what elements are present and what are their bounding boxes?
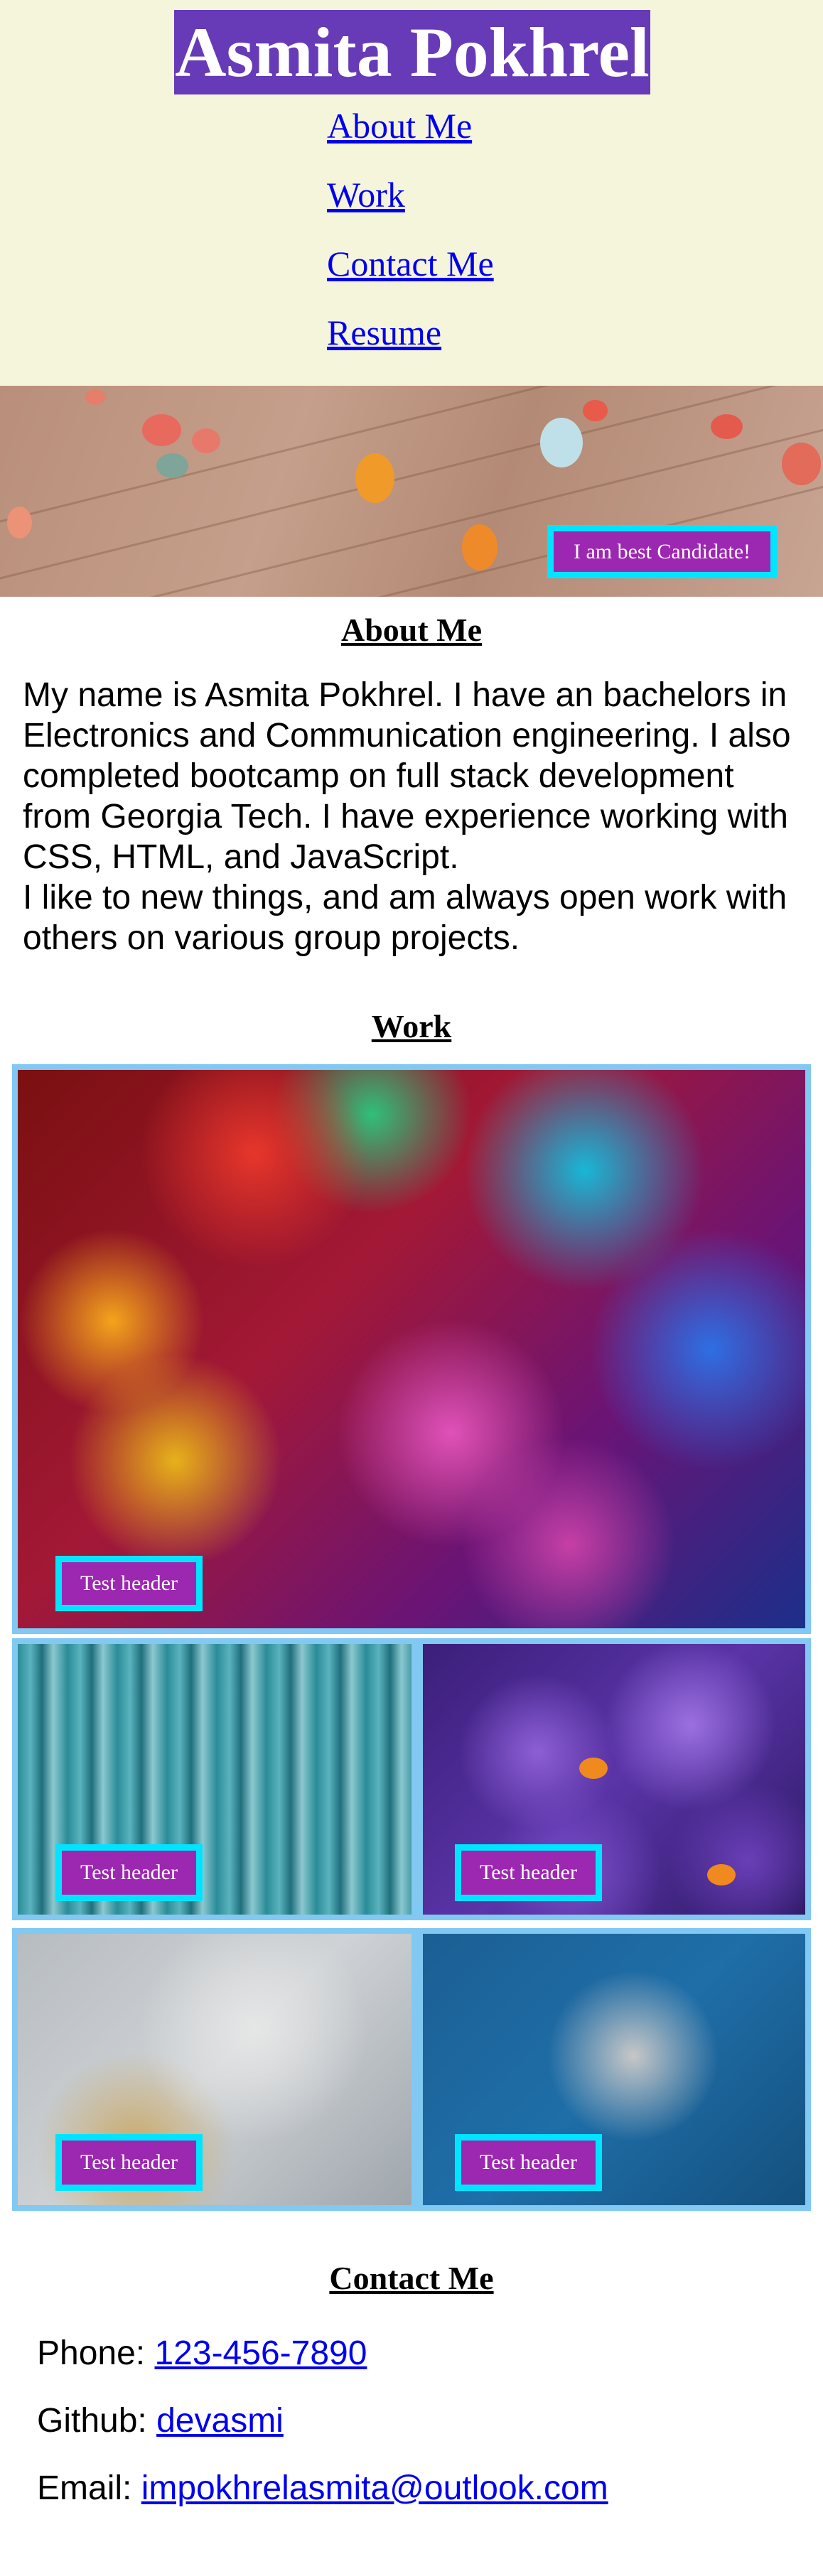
about-heading: About Me: [340, 612, 483, 648]
work-image-bokeh[interactable]: [18, 1070, 805, 1628]
confetti-petal: [583, 400, 608, 421]
about-paragraph: My name is Asmita Pokhrel. I have an bac…: [23, 675, 801, 958]
contact-phone: Phone: 123-456-7890: [37, 2334, 367, 2373]
confetti-petal: [462, 524, 497, 570]
email-label: Email:: [37, 2469, 132, 2507]
nav-link-work[interactable]: Work: [327, 175, 405, 215]
confetti-petal: [355, 453, 394, 503]
flower-center: [579, 1758, 608, 1779]
phone-label: Phone:: [37, 2334, 146, 2372]
nav-link-contact[interactable]: Contact Me: [327, 244, 494, 283]
work-frame-large: [12, 1064, 811, 1634]
confetti-petal: [782, 443, 821, 485]
work-tile-5-header: Test header: [455, 2134, 602, 2191]
nav-item-contact: Contact Me: [327, 243, 494, 312]
confetti-petal: [540, 418, 583, 467]
flower-center: [707, 1864, 736, 1885]
about-text-1: My name is Asmita Pokhrel. I have an bac…: [23, 676, 791, 876]
work-tile-1-header: Test header: [55, 1556, 203, 1611]
site-header: Asmita Pokhrel About Me Work Contact Me …: [0, 0, 823, 386]
work-tile-3-header: Test header: [455, 1844, 602, 1901]
email-link[interactable]: impokhrelasmita@outlook.com: [141, 2469, 608, 2507]
nav-link-resume[interactable]: Resume: [327, 313, 441, 352]
work-heading: Work: [371, 1008, 452, 1044]
confetti-petal: [156, 453, 188, 478]
contact-github: Github: devasmi: [37, 2401, 284, 2440]
about-text-2: I like to new things, and am always open…: [23, 879, 787, 957]
github-link[interactable]: devasmi: [156, 2402, 284, 2440]
confetti-petal: [142, 414, 181, 446]
confetti-petal: [85, 389, 105, 405]
nav-link-about[interactable]: About Me: [327, 106, 472, 146]
work-tile-2-header: Test header: [55, 1844, 203, 1901]
confetti-petal: [192, 428, 220, 453]
nav-item-work: Work: [327, 174, 494, 243]
contact-heading: Contact Me: [329, 2260, 494, 2296]
phone-link[interactable]: 123-456-7890: [154, 2334, 367, 2372]
contact-email: Email: impokhrelasmita@outlook.com: [37, 2469, 608, 2508]
work-tile-4-header: Test header: [55, 2134, 203, 2191]
confetti-petal: [7, 507, 32, 539]
nav-item-about: About Me: [327, 105, 494, 174]
site-title: Asmita Pokhrel: [174, 10, 650, 94]
nav-item-resume: Resume: [327, 312, 494, 381]
main-nav: About Me Work Contact Me Resume: [327, 105, 494, 381]
github-label: Github:: [37, 2402, 147, 2440]
confetti-petal: [711, 414, 743, 439]
hero-badge: I am best Candidate!: [547, 525, 777, 578]
